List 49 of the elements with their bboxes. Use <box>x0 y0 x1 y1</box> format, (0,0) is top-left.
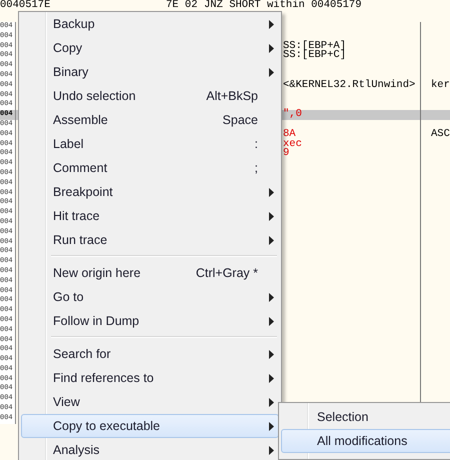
menu-item[interactable]: Comment ; <box>21 156 279 180</box>
menu-item[interactable]: Run trace <box>21 228 279 252</box>
menu-item[interactable]: Selection <box>281 405 450 429</box>
submenu-arrow-icon <box>269 188 274 196</box>
shortcut-text: : <box>254 137 258 151</box>
submenu-arrow-icon <box>269 236 274 244</box>
comment-text: ASC <box>430 130 450 140</box>
menu-item[interactable]: Search for <box>21 342 279 366</box>
hex-text: 7E 02 <box>165 0 199 10</box>
instruction-text: <&KERNEL32.RtlUnwind> <box>283 80 421 91</box>
submenu-arrow-icon <box>269 44 274 52</box>
submenu-arrow-icon <box>269 212 274 220</box>
menu-item[interactable]: Hit trace <box>21 204 279 228</box>
shortcut-text: ; <box>254 161 258 175</box>
instruction-text: xec <box>283 140 421 150</box>
menu-item[interactable]: Go to <box>21 285 279 309</box>
submenu-arrow-icon <box>269 446 274 454</box>
shortcut-text: Alt+BkSp <box>205 89 258 103</box>
comment-text: ker <box>430 80 450 91</box>
menu-item[interactable]: New origin here Ctrl+Gray * <box>21 261 279 285</box>
instruction-text: SS:[EBP+A] <box>283 42 421 52</box>
menu-item[interactable]: Breakpoint <box>21 180 279 204</box>
menu-item[interactable]: Binary <box>21 60 279 84</box>
menu-item[interactable]: Copy to executable <box>21 414 279 438</box>
menu-item[interactable]: Find references to <box>21 366 279 390</box>
menu-item[interactable]: Undo selection Alt+BkSp <box>21 84 279 108</box>
menu-item[interactable]: Label : <box>21 132 279 156</box>
menu-item[interactable]: View <box>21 390 279 414</box>
menu-item[interactable]: All modifications <box>281 429 450 453</box>
address-text: 0040517E <box>0 0 52 10</box>
menu-item[interactable]: Analysis <box>21 438 279 460</box>
submenu-arrow-icon <box>269 68 274 76</box>
menu-item[interactable]: Follow in Dump <box>21 309 279 333</box>
shortcut-text: Ctrl+Gray * <box>194 266 258 280</box>
menu-item[interactable]: Copy <box>21 36 279 60</box>
submenu-arrow-icon <box>269 350 274 358</box>
instruction-text: 9 <box>283 149 421 160</box>
submenu-arrow-icon <box>269 20 274 28</box>
submenu-arrow-icon <box>269 292 274 302</box>
shortcut-text: Space <box>222 113 258 127</box>
instruction-text: SS:[EBP+C] <box>283 51 421 62</box>
menu-item[interactable]: Backup <box>21 12 279 36</box>
submenu-arrow-icon <box>269 422 274 430</box>
instruction-text: ",0 <box>283 110 421 120</box>
menu-item[interactable]: Assemble Space <box>21 108 279 132</box>
submenu-arrow-icon <box>269 316 274 326</box>
instruction-text: 8A <box>283 130 421 140</box>
submenu-arrow-icon <box>269 398 274 406</box>
submenu-arrow-icon <box>269 374 274 382</box>
